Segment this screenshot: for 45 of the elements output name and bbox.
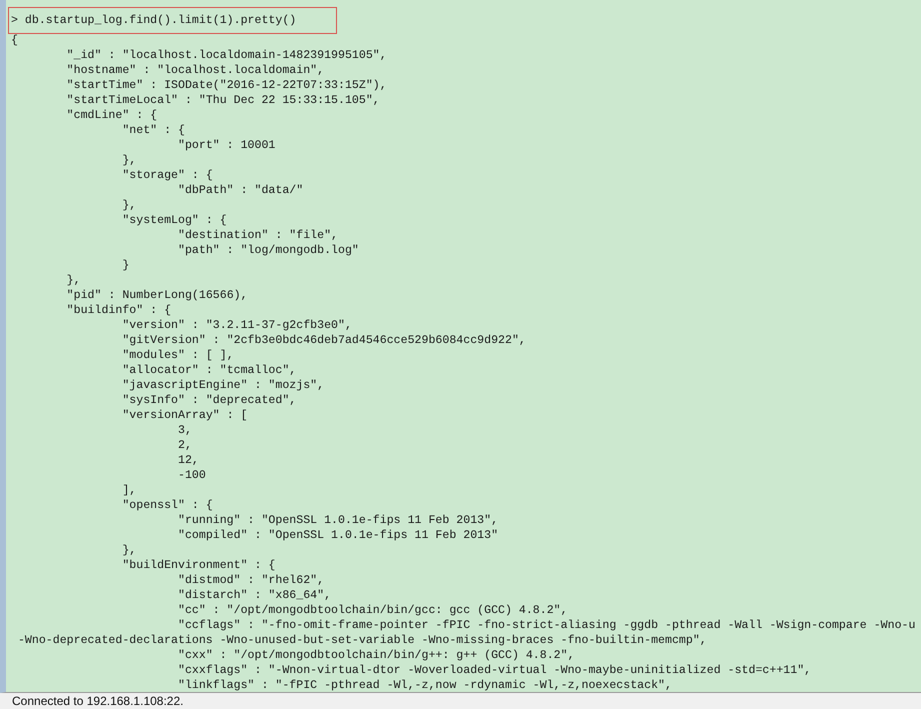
output-line: }, xyxy=(66,274,81,287)
output-line: "distarch" : "x86_64", xyxy=(176,589,332,602)
output-line: "port" : 10001 xyxy=(176,139,276,152)
output-line: "buildinfo" : { xyxy=(66,304,172,317)
output-line: "distmod" : "rhel62", xyxy=(176,574,324,587)
output-line: "versionArray" : [ xyxy=(121,409,248,422)
output-line: "dbPath" : "data/" xyxy=(176,184,304,197)
output-line: "cxx" : "/opt/mongodbtoolchain/bin/g++: g++ (GCC) 4.8.2", xyxy=(176,649,575,662)
output-line: "destination" : "file", xyxy=(176,229,338,242)
output-line: -100 xyxy=(176,469,206,482)
output-line: 12, xyxy=(176,454,199,467)
output-line: "version" : "3.2.11-37-g2cfb3e0", xyxy=(121,319,352,332)
output-line: -Wno-deprecated-declarations -Wno-unused-but-set-variable -Wno-missing-braces -fno-builtin-memcmp", xyxy=(16,634,707,647)
output-line: "running" : "OpenSSL 1.0.1e-fips 11 Feb 2013", xyxy=(176,514,498,527)
output-line: "_id" : "localhost.localdomain-1482391995105", xyxy=(66,49,387,62)
output-line: "allocator" : "tcmalloc", xyxy=(121,364,296,377)
output-line: }, xyxy=(121,544,136,557)
output-line: "compiled" : "OpenSSL 1.0.1e-fips 11 Feb 2013" xyxy=(176,529,498,542)
output-line: "startTime" : ISODate("2016-12-22T07:33:15Z"), xyxy=(66,79,387,92)
output-line: ], xyxy=(121,484,136,497)
status-text: Connected to 192.168.1.108:22. xyxy=(12,694,184,708)
output-line: 3, xyxy=(176,424,192,437)
output-line: "modules" : [ ], xyxy=(121,349,234,362)
output-line: "linkflags" : "-fPIC -pthread -Wl,-z,now -rdynamic -Wl,-z,noexecstack", xyxy=(176,679,672,692)
output-line: "gitVersion" : "2cfb3e0bdc46deb7ad4546cce529b6084cc9d922", xyxy=(121,334,526,347)
output-line: "ccflags" : "-fno-omit-frame-pointer -fPIC -fno-strict-aliasing -ggdb -pthread -Wall -Wsign-compare -Wno-u xyxy=(176,619,916,632)
output-line: "pid" : NumberLong(16566), xyxy=(66,289,248,302)
output-line: "sysInfo" : "deprecated", xyxy=(121,394,296,407)
output-line: } xyxy=(121,259,130,272)
output-line: { xyxy=(11,34,18,47)
output-line: "buildEnvironment" : { xyxy=(121,559,276,572)
output-line: "cmdLine" : { xyxy=(66,109,158,122)
output-line: }, xyxy=(121,154,136,167)
output-line: "cxxflags" : "-Wnon-virtual-dtor -Woverloaded-virtual -Wno-maybe-uninitialized -std=c++11", xyxy=(176,664,812,677)
output-line: "javascriptEngine" : "mozjs", xyxy=(121,379,324,392)
output-line: "openssl" : { xyxy=(121,499,213,512)
output-line: "storage" : { xyxy=(121,169,213,182)
output-line: "hostname" : "localhost.localdomain", xyxy=(66,64,324,77)
output-line: "startTimeLocal" : "Thu Dec 22 15:33:15.105", xyxy=(66,94,380,107)
output-line: }, xyxy=(121,199,136,212)
output-line: "net" : { xyxy=(121,124,185,137)
output-line: 2, xyxy=(176,439,192,452)
output-line: "systemLog" : { xyxy=(121,214,227,227)
output-line: "path" : "log/mongodb.log" xyxy=(176,244,359,257)
output-line: "cc" : "/opt/mongodbtoolchain/bin/gcc: gcc (GCC) 4.8.2", xyxy=(176,604,568,617)
